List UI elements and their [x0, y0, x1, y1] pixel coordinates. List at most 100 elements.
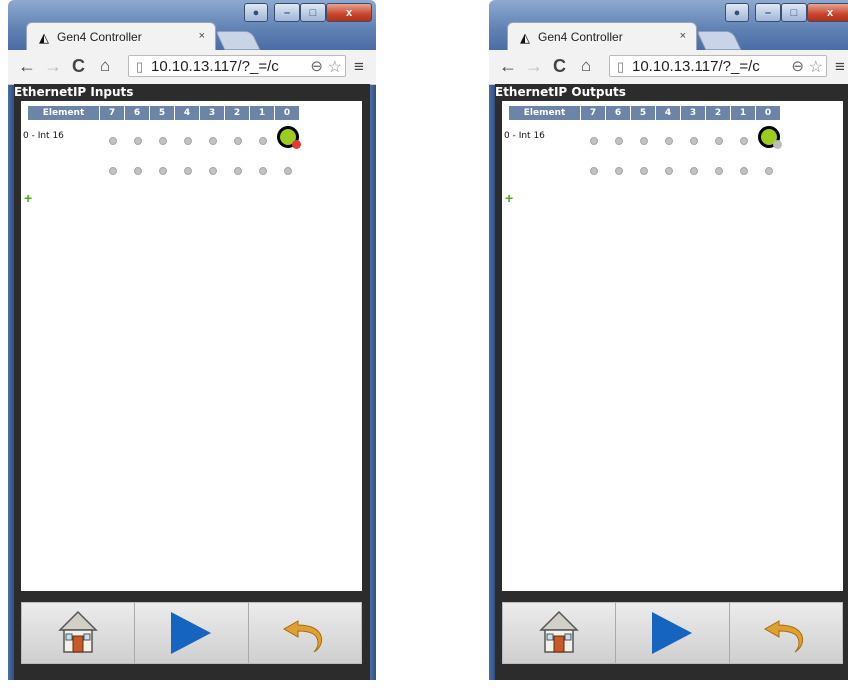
header-bit-2: 2	[225, 106, 250, 120]
user-profile-icon[interactable]: ●	[725, 3, 749, 22]
bit-dot[interactable]	[134, 167, 142, 175]
forward-arrow-icon[interactable]: →	[525, 56, 543, 77]
browser-tab[interactable]: ◭ Gen4 Controller ×	[507, 22, 697, 50]
header-bit-5: 5	[631, 106, 656, 120]
bit-dot[interactable]	[615, 137, 623, 145]
back-arrow-icon[interactable]: ←	[18, 56, 36, 77]
bottom-button-bar	[502, 602, 843, 664]
header-bit-0: 0	[275, 106, 300, 120]
close-window-button[interactable]: x	[807, 3, 848, 22]
url-text[interactable]: 10.10.13.117/?_=/c	[151, 58, 309, 75]
header-bit-6: 6	[125, 106, 150, 120]
chrome-menu-icon[interactable]: ≡	[835, 57, 845, 77]
bit-dot[interactable]	[640, 137, 648, 145]
minimize-button[interactable]: –	[755, 3, 781, 22]
header-element: Element	[28, 106, 100, 120]
table-header: Element 7 6 5 4 3 2 1 0	[28, 106, 300, 120]
add-element-icon[interactable]: +	[24, 191, 32, 205]
page-title: EthernetIP Outputs	[495, 85, 626, 99]
home-button[interactable]	[503, 603, 617, 663]
reload-icon[interactable]: C	[72, 56, 85, 77]
bit-dot[interactable]	[259, 137, 267, 145]
favicon-icon: ◭	[39, 30, 49, 45]
bit-dot[interactable]	[259, 167, 267, 175]
undo-button[interactable]	[729, 603, 842, 663]
bit-dot[interactable]	[184, 137, 192, 145]
bit-dot[interactable]	[590, 137, 598, 145]
bit-dot[interactable]	[159, 137, 167, 145]
bit-dot[interactable]	[184, 167, 192, 175]
page-content: EthernetIP Inputs Element 7 6 5 4 3 2 1 …	[14, 84, 370, 680]
bit-dot[interactable]	[740, 167, 748, 175]
bit-dot[interactable]	[209, 167, 217, 175]
url-text[interactable]: 10.10.13.117/?_=/c	[632, 58, 790, 75]
tab-title: Gen4 Controller	[538, 30, 623, 44]
play-icon	[652, 612, 693, 654]
maximize-button[interactable]: □	[300, 3, 326, 22]
home-button[interactable]	[22, 603, 136, 663]
header-bit-7: 7	[581, 106, 606, 120]
zoom-icon[interactable]: ⊖	[791, 57, 804, 75]
add-element-icon[interactable]: +	[505, 191, 513, 205]
io-panel: Element 7 6 5 4 3 2 1 0 0 - Int 16 +	[21, 101, 362, 591]
bit-dot[interactable]	[615, 167, 623, 175]
bit-dot[interactable]	[209, 137, 217, 145]
back-arrow-icon[interactable]: ←	[499, 56, 517, 77]
undo-arrow-icon	[763, 620, 803, 653]
header-bit-6: 6	[606, 106, 631, 120]
header-bit-2: 2	[706, 106, 731, 120]
bit-dot[interactable]	[159, 167, 167, 175]
home-icon[interactable]: ⌂	[581, 56, 591, 76]
header-bit-5: 5	[150, 106, 175, 120]
minimize-button[interactable]: –	[274, 3, 300, 22]
close-window-button[interactable]: x	[326, 3, 372, 22]
bit-dot[interactable]	[740, 137, 748, 145]
play-button[interactable]	[135, 603, 249, 663]
tab-close-icon[interactable]: ×	[199, 30, 205, 42]
home-icon[interactable]: ⌂	[100, 56, 110, 76]
page-title: EthernetIP Inputs	[14, 85, 134, 99]
user-profile-icon[interactable]: ●	[244, 3, 268, 22]
bit-dot[interactable]	[234, 137, 242, 145]
bookmark-star-icon[interactable]: ☆	[809, 57, 823, 77]
bit-dot[interactable]	[234, 167, 242, 175]
house-icon	[58, 610, 98, 653]
table-header: Element 7 6 5 4 3 2 1 0	[509, 106, 781, 120]
bit-dot[interactable]	[665, 137, 673, 145]
header-bit-0: 0	[756, 106, 781, 120]
bit-dot[interactable]	[134, 137, 142, 145]
bit-dot[interactable]	[715, 167, 723, 175]
zoom-icon[interactable]: ⊖	[310, 57, 323, 75]
bit-dot[interactable]	[109, 167, 117, 175]
tab-close-icon[interactable]: ×	[680, 30, 686, 42]
chrome-menu-icon[interactable]: ≡	[354, 57, 364, 77]
bit-0-status-dot	[292, 140, 301, 149]
bit-dot[interactable]	[640, 167, 648, 175]
header-bit-3: 3	[681, 106, 706, 120]
bit-dot[interactable]	[715, 137, 723, 145]
maximize-button[interactable]: □	[781, 3, 807, 22]
bit-dot[interactable]	[284, 167, 292, 175]
reload-icon[interactable]: C	[553, 56, 566, 77]
play-icon	[171, 612, 212, 654]
bit-dot[interactable]	[765, 167, 773, 175]
browser-toolbar: ← → C ⌂ ▯ 10.10.13.117/?_=/c ⊖ ☆ ≡	[489, 50, 848, 85]
header-element: Element	[509, 106, 581, 120]
bit-dot[interactable]	[665, 167, 673, 175]
browser-toolbar: ← → C ⌂ ▯ 10.10.13.117/?_=/c ⊖ ☆ ≡	[8, 50, 376, 85]
undo-button[interactable]	[248, 603, 361, 663]
address-bar[interactable]: ▯ 10.10.13.117/?_=/c ⊖ ☆	[128, 55, 346, 77]
bit-dot[interactable]	[690, 137, 698, 145]
header-bit-7: 7	[100, 106, 125, 120]
bit-dot[interactable]	[109, 137, 117, 145]
undo-arrow-icon	[282, 620, 322, 653]
forward-arrow-icon[interactable]: →	[44, 56, 62, 77]
bit-dot[interactable]	[690, 167, 698, 175]
header-bit-1: 1	[250, 106, 275, 120]
tab-title: Gen4 Controller	[57, 30, 142, 44]
bit-dot[interactable]	[590, 167, 598, 175]
play-button[interactable]	[616, 603, 730, 663]
bookmark-star-icon[interactable]: ☆	[328, 57, 342, 77]
address-bar[interactable]: ▯ 10.10.13.117/?_=/c ⊖ ☆	[609, 55, 827, 77]
browser-tab[interactable]: ◭ Gen4 Controller ×	[26, 22, 216, 50]
